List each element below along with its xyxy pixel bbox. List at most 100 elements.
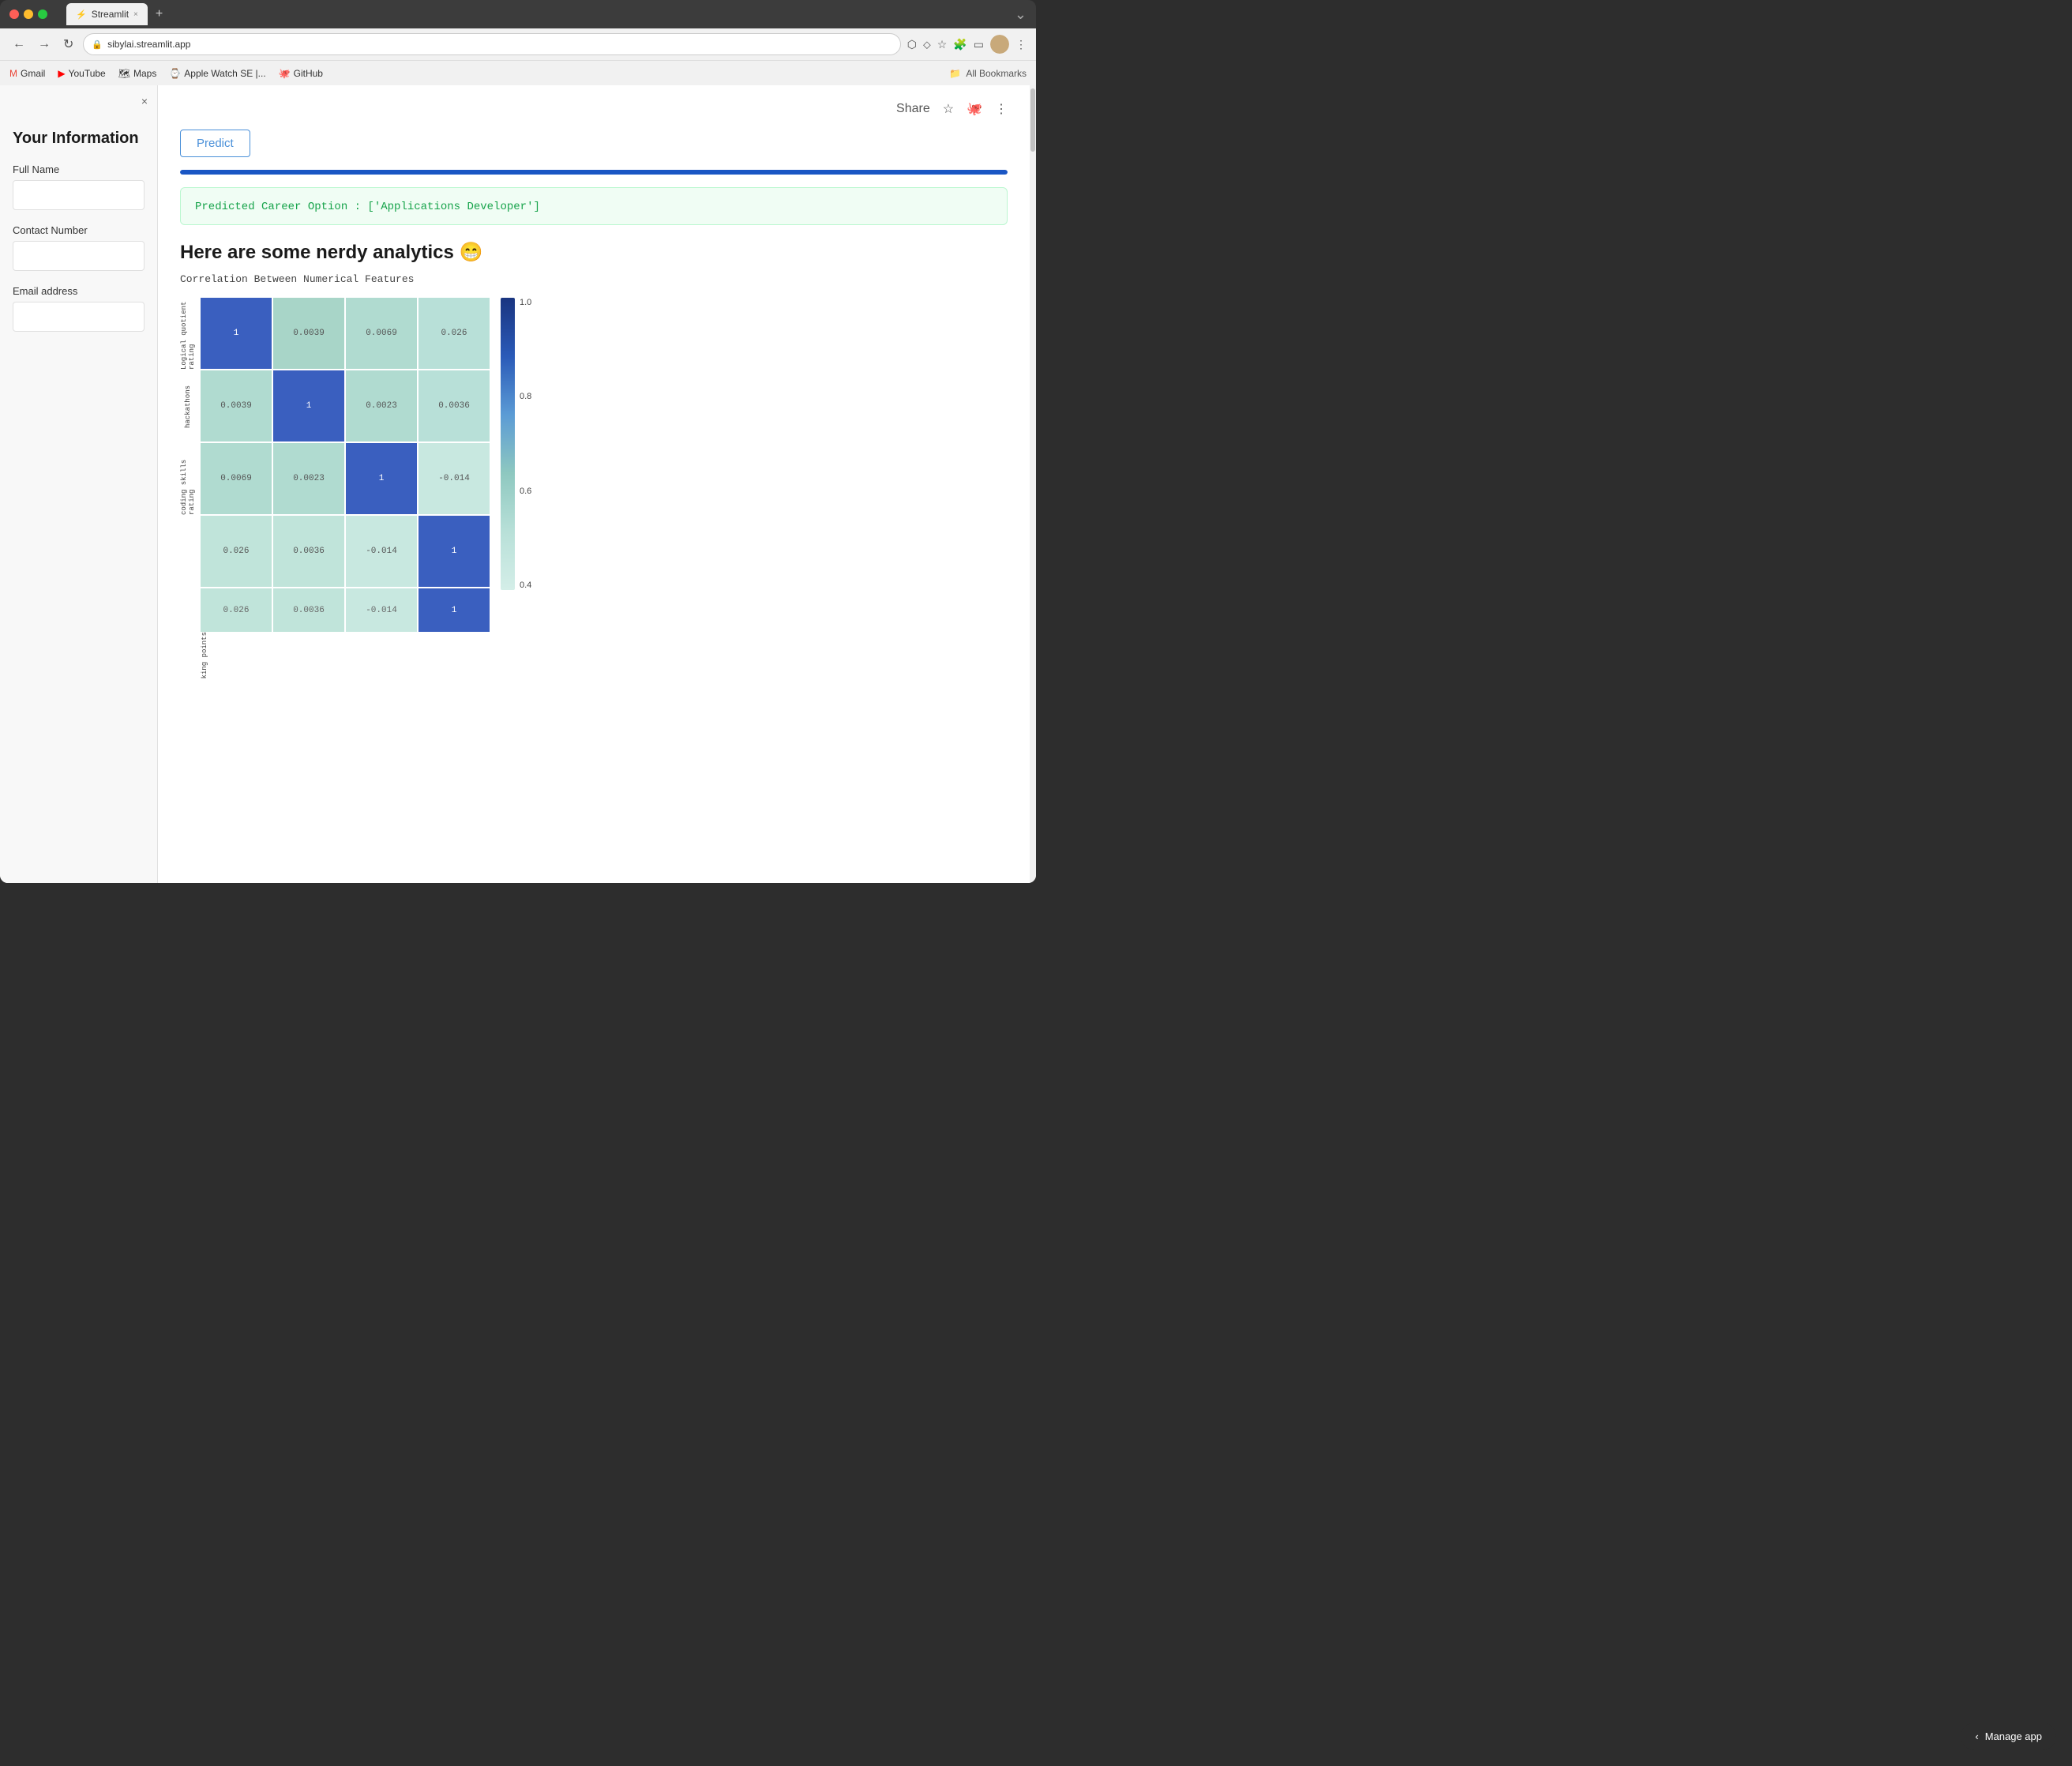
nav-bar: ← → ↻ 🔒 sibylai.streamlit.app ⬡ ⬦ ☆ 🧩 ▭ … [0, 28, 1036, 60]
address-bar[interactable]: 🔒 sibylai.streamlit.app [83, 33, 900, 55]
close-button[interactable] [9, 9, 19, 19]
github-link-icon: 🐙 [967, 103, 982, 116]
chrome-menu-icon[interactable]: ⋮ [1015, 38, 1027, 51]
minimize-button[interactable] [24, 9, 33, 19]
bookmark-star-icon[interactable]: ☆ [937, 38, 948, 51]
active-tab[interactable]: ⚡ Streamlit × [66, 3, 148, 25]
all-bookmarks-btn[interactable]: 📁 All Bookmarks [949, 68, 1027, 79]
star-button[interactable]: ☆ [943, 101, 954, 117]
bookmark-github[interactable]: 🐙 GitHub [279, 68, 323, 79]
apple-watch-icon: ⌚ [169, 68, 181, 79]
sidebar: × Your Information Full Name Contact Num… [0, 85, 158, 883]
scrollbar-thumb[interactable] [1030, 88, 1035, 152]
progress-bar [180, 170, 1008, 175]
reader-mode-icon[interactable]: ▭ [974, 38, 984, 51]
sidebar-title: Your Information [13, 130, 145, 148]
scale-label-1: 1.0 [520, 298, 531, 307]
tab-close-icon[interactable]: × [133, 10, 138, 19]
bookmark-youtube-label: YouTube [69, 68, 106, 79]
prediction-text: Predicted Career Option : ['Applications… [195, 201, 540, 213]
overflow-menu-button[interactable]: ⋮ [995, 101, 1008, 117]
bookmark-youtube[interactable]: ▶ YouTube [58, 68, 105, 79]
color-scale-bar [501, 298, 515, 590]
heatmap-cell-6: 0.0023 [346, 370, 417, 442]
bookmark-apple-watch[interactable]: ⌚ Apple Watch SE |... [169, 68, 265, 79]
back-button[interactable]: ← [9, 36, 28, 53]
streamlit-favicon: ⚡ [76, 9, 87, 20]
color-scale-labels: 1.0 0.8 0.6 0.4 [515, 298, 531, 590]
contact-number-input[interactable] [13, 241, 145, 271]
forward-button[interactable]: → [35, 36, 54, 53]
partial-cell-1: 0.0036 [273, 588, 344, 632]
lock-icon: 🔒 [92, 39, 103, 50]
all-bookmarks-label: All Bookmarks [966, 68, 1027, 79]
email-group: Email address [13, 285, 145, 332]
refresh-button[interactable]: ↻ [60, 35, 77, 54]
nav-actions: ⬡ ⬦ ☆ 🧩 ▭ ⋮ [907, 35, 1027, 54]
screenshot-icon[interactable]: ⬦ [923, 38, 931, 51]
prediction-result: Predicted Career Option : ['Applications… [180, 187, 1008, 225]
bookmarks-folder-icon: 📁 [949, 68, 961, 79]
heatmap-cell-13: 0.0036 [273, 516, 344, 587]
contact-number-group: Contact Number [13, 224, 145, 271]
extensions-icon[interactable]: 🧩 [953, 38, 967, 51]
scale-label-3: 0.6 [520, 487, 531, 496]
sidebar-close-button[interactable]: × [141, 95, 148, 107]
profile-avatar[interactable] [990, 35, 1009, 54]
full-name-group: Full Name [13, 163, 145, 210]
heatmap-partial-row: 0.026 0.0036 -0.014 1 [201, 588, 490, 632]
share-button[interactable]: Share [896, 102, 930, 116]
analytics-title: Here are some nerdy analytics 😁 [180, 241, 1008, 264]
heatmap-cell-14: -0.014 [346, 516, 417, 587]
tab-bar: ⚡ Streamlit × + [66, 3, 167, 25]
cast-icon[interactable]: ⬡ [907, 38, 917, 51]
github-link-button[interactable]: 🐙 [967, 101, 982, 117]
maximize-button[interactable] [38, 9, 47, 19]
y-label-0: Logical quotient rating [180, 299, 196, 370]
heatmap-cell-12: 0.026 [201, 516, 272, 587]
heatmap-cell-5: 1 [273, 370, 344, 442]
title-bar: ⚡ Streamlit × + ⌄ [0, 0, 1036, 28]
full-name-label: Full Name [13, 163, 145, 175]
heatmap-cell-0: 1 [201, 298, 272, 369]
heatmap-grid: 10.00390.00690.0260.003910.00230.00360.0… [201, 298, 490, 587]
y-label-2: coding skills rating [180, 444, 196, 515]
scale-label-2: 0.8 [520, 392, 531, 401]
gmail-icon: M [9, 68, 17, 79]
heatmap-cell-10: 1 [346, 443, 417, 514]
partial-cell-2: -0.014 [346, 588, 417, 632]
color-scale-wrapper: 1.0 0.8 0.6 0.4 [501, 298, 531, 590]
email-input[interactable] [13, 302, 145, 332]
address-text: sibylai.streamlit.app [107, 39, 190, 50]
heatmap-cell-11: -0.014 [419, 443, 490, 514]
tab-title: Streamlit [92, 9, 129, 20]
bookmark-gmail[interactable]: M Gmail [9, 68, 45, 79]
youtube-icon: ▶ [58, 68, 65, 79]
maps-icon: 🗺 [118, 68, 130, 79]
bookmark-maps[interactable]: 🗺 Maps [118, 68, 157, 79]
bookmark-github-label: GitHub [294, 68, 323, 79]
new-tab-button[interactable]: + [151, 7, 167, 21]
y-axis-labels: Logical quotient rating hackathons codin… [180, 298, 201, 588]
email-label: Email address [13, 285, 145, 297]
scrollbar[interactable] [1030, 85, 1036, 883]
heatmap-cell-15: 1 [419, 516, 490, 587]
progress-fill [180, 170, 1008, 175]
star-icon: ☆ [943, 103, 954, 116]
heatmap-cell-1: 0.0039 [273, 298, 344, 369]
predict-button[interactable]: Predict [180, 130, 250, 157]
main-content: Share ☆ 🐙 ⋮ Predict Predicted C [158, 85, 1030, 883]
partial-cell-0: 0.026 [201, 588, 272, 632]
app-content: × Your Information Full Name Contact Num… [0, 85, 1036, 883]
share-label: Share [896, 102, 930, 115]
correlation-subtitle: Correlation Between Numerical Features [180, 273, 1008, 285]
scale-label-4: 0.4 [520, 581, 531, 590]
heatmap-cell-3: 0.026 [419, 298, 490, 369]
partial-cell-3: 1 [419, 588, 490, 632]
dropdown-arrow[interactable]: ⌄ [1015, 6, 1027, 23]
contact-number-label: Contact Number [13, 224, 145, 236]
bookmark-apple-watch-label: Apple Watch SE |... [184, 68, 265, 79]
bookmark-gmail-label: Gmail [21, 68, 45, 79]
full-name-input[interactable] [13, 180, 145, 210]
bookmark-maps-label: Maps [133, 68, 156, 79]
